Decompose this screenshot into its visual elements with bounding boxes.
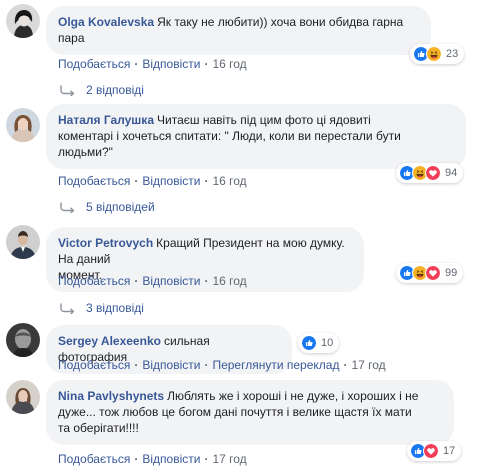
love-icon: [425, 265, 441, 281]
separator: ·: [134, 174, 139, 188]
comment-bubble: Nina Pavlyshynets Люблять же і хороші і н…: [46, 380, 454, 445]
reply-arrow-icon: [60, 303, 76, 314]
comment-actions: Подобається · Відповісти · 17 год: [58, 452, 247, 466]
reply-link[interactable]: Відповісти: [142, 358, 200, 372]
separator: ·: [134, 452, 139, 466]
view-replies[interactable]: 5 відповідей: [60, 200, 155, 214]
reply-arrow-icon: [60, 85, 76, 96]
reaction-count: 94: [445, 167, 458, 179]
comment-text-line: коментарі і хочеться спитати: " Люди, ко…: [58, 129, 401, 143]
view-replies[interactable]: 3 відповіді: [60, 301, 144, 315]
timestamp[interactable]: 16 год: [212, 174, 246, 188]
like-link[interactable]: Подобається: [58, 174, 130, 188]
reply-link[interactable]: Відповісти: [142, 274, 200, 288]
comment-text-line: дуже... тож любов це богом дані почуття …: [58, 405, 412, 419]
reply-link[interactable]: Відповісти: [142, 57, 200, 71]
replies-label[interactable]: 3 відповіді: [86, 301, 144, 315]
like-icon: [301, 335, 317, 351]
avatar[interactable]: [6, 225, 40, 259]
reaction-summary[interactable]: 23: [410, 44, 465, 64]
comment-text-line: Люблять же і хороші і не дуже, і хороших…: [167, 389, 419, 403]
comment-bubble: Наталя Галушка Читаєш навіть під цим фото…: [46, 104, 466, 169]
comment-bubble: Olga Kovalevska Як таку не любити)) хоча …: [46, 6, 431, 55]
like-link[interactable]: Подобається: [58, 57, 130, 71]
reply-link[interactable]: Відповісти: [142, 452, 200, 466]
comment-author[interactable]: Nina Pavlyshynets: [58, 389, 164, 403]
comment-actions: Подобається · Відповісти · 16 год: [58, 174, 247, 188]
timestamp[interactable]: 17 год: [351, 358, 385, 372]
comment-text-line: людьми?": [58, 145, 113, 159]
separator: ·: [204, 57, 209, 71]
reaction-count: 99: [445, 267, 458, 279]
like-link[interactable]: Подобається: [58, 274, 130, 288]
comment-text-line: Читаєш навіть під цим фото ці ядовиті: [157, 113, 371, 127]
like-link[interactable]: Подобається: [58, 358, 130, 372]
love-icon: [425, 165, 441, 181]
separator: ·: [204, 174, 209, 188]
avatar[interactable]: [6, 108, 40, 142]
replies-label[interactable]: 2 відповіді: [86, 83, 144, 97]
comment-author[interactable]: Olga Kovalevska: [58, 15, 154, 29]
separator: ·: [134, 274, 139, 288]
reaction-count: 23: [446, 48, 459, 60]
love-icon: [423, 443, 439, 459]
comment-author[interactable]: Наталя Галушка: [58, 113, 154, 127]
separator: ·: [134, 57, 139, 71]
separator: ·: [134, 358, 139, 372]
timestamp[interactable]: 16 год: [212, 274, 246, 288]
reaction-summary[interactable]: 17: [407, 441, 462, 461]
separator: ·: [204, 274, 209, 288]
comment-text-line: та оберігати!!!!: [58, 421, 139, 435]
view-replies[interactable]: 2 відповіді: [60, 83, 144, 97]
timestamp[interactable]: 17 год: [212, 452, 246, 466]
see-translation-link[interactable]: Переглянути переклад: [212, 358, 339, 372]
comment-author[interactable]: Victor Petrovych: [58, 236, 153, 250]
reaction-summary[interactable]: 94: [396, 163, 464, 183]
reaction-count: 17: [443, 445, 456, 457]
avatar[interactable]: [6, 380, 40, 414]
like-link[interactable]: Подобається: [58, 452, 130, 466]
haha-icon: [426, 46, 442, 62]
reaction-summary[interactable]: 10: [298, 333, 340, 353]
replies-label[interactable]: 5 відповідей: [86, 200, 155, 214]
reply-link[interactable]: Відповісти: [142, 174, 200, 188]
comment-author[interactable]: Sergey Alexeenko: [58, 334, 161, 348]
comment-actions: Подобається · Відповісти · Переглянути перек…: [58, 358, 386, 372]
reaction-summary[interactable]: 99: [396, 263, 464, 283]
comment-actions: Подобається · Відповісти · 16 год: [58, 57, 247, 71]
reaction-count: 10: [321, 337, 334, 349]
avatar[interactable]: [6, 323, 40, 357]
comment-actions: Подобається · Відповісти · 16 год: [58, 274, 247, 288]
timestamp[interactable]: 16 год: [212, 57, 246, 71]
separator: ·: [204, 358, 209, 372]
avatar[interactable]: [6, 4, 40, 38]
reply-arrow-icon: [60, 202, 76, 213]
separator: ·: [204, 452, 209, 466]
separator: ·: [343, 358, 348, 372]
